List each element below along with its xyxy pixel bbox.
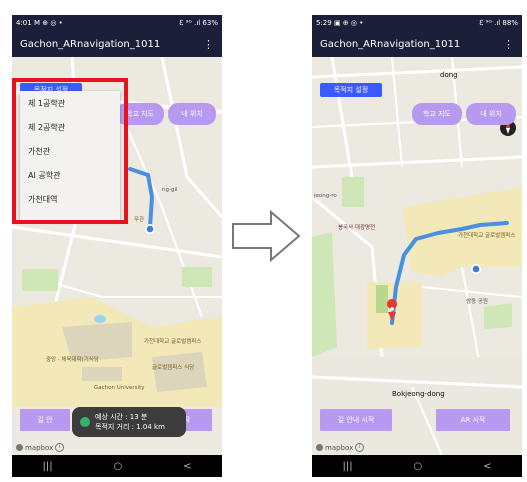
mapbox-label: mapbox bbox=[325, 443, 354, 452]
overflow-menu-icon[interactable]: ⋮ bbox=[503, 39, 514, 50]
school-map-button[interactable]: 학교 지도 bbox=[412, 103, 462, 125]
transition-arrow-icon bbox=[232, 210, 301, 262]
mapbox-logo-icon bbox=[316, 444, 323, 451]
map-label-university: Gachon University bbox=[94, 385, 145, 391]
right-phone-screen: 5:29 ▣ ⊕ ◎ • ℇ ⁹ᴳ .ıl 88% Gachon_ARnavig… bbox=[312, 15, 522, 477]
status-bar: 5:29 ▣ ⊕ ◎ • ℇ ⁹ᴳ .ıl 88% bbox=[312, 15, 522, 31]
my-location-button[interactable]: 내 위치 bbox=[466, 103, 516, 125]
map-label-campus-b: 가천대학교 글로벌캠퍼스 bbox=[144, 339, 202, 345]
overflow-menu-icon[interactable]: ⋮ bbox=[203, 39, 214, 50]
map-label-food: 글로벌캠퍼스 식당 bbox=[152, 365, 195, 371]
mapbox-attribution[interactable]: mapbox i bbox=[316, 443, 365, 452]
map-label-campus-a: 중앙 · 체육대학(기식당 bbox=[46, 357, 99, 363]
map-label-park: 쌍동 공원 bbox=[466, 299, 488, 305]
app-bar: Gachon_ARnavigation_1011 ⋮ bbox=[312, 31, 522, 57]
my-location-button[interactable]: 내 위치 bbox=[168, 103, 216, 125]
home-icon[interactable]: ○ bbox=[113, 461, 122, 472]
guide-start-button[interactable]: 길 안내 시작 bbox=[320, 409, 392, 431]
highlight-box bbox=[12, 78, 128, 224]
map-label-campus: 가천대학교 글로벌캠퍼스 bbox=[458, 233, 516, 239]
toast-time: 예상 시간 : 13 분 bbox=[95, 413, 148, 421]
home-icon[interactable]: ○ bbox=[413, 461, 422, 472]
guide-start-button[interactable]: 길 안 bbox=[20, 409, 70, 431]
destination-button[interactable]: 목적지 설정 bbox=[320, 83, 382, 97]
system-nav-bar: ||| ○ < bbox=[312, 455, 522, 477]
map-view[interactable]: dong jeong-ro 봉국사 대광명전 가천대학교 글로벌캠퍼스 쌍동 공… bbox=[312, 57, 522, 455]
status-bar: 4:01 M ⊕ ◎ • ℇ ⁹ᴳ .ıl 63% bbox=[12, 15, 222, 31]
status-indicators: ℇ ⁹ᴳ .ıl 88% bbox=[479, 19, 518, 27]
recents-icon[interactable]: ||| bbox=[42, 461, 52, 472]
app-title: Gachon_ARnavigation_1011 bbox=[320, 38, 461, 50]
info-icon[interactable]: i bbox=[55, 443, 65, 452]
route-info-toast: 예상 시간 : 13 분 목적지 거리 : 1.04 km bbox=[72, 407, 186, 437]
status-indicators: ℇ ⁹ᴳ .ıl 63% bbox=[179, 19, 218, 27]
recents-icon[interactable]: ||| bbox=[342, 461, 352, 472]
status-time: 5:29 ▣ ⊕ ◎ • bbox=[316, 19, 364, 27]
app-bar: Gachon_ARnavigation_1011 ⋮ bbox=[12, 31, 222, 57]
map-label-building: 무관 bbox=[134, 217, 145, 223]
map-label-district: Bokjeong-dong bbox=[392, 390, 445, 398]
app-title: Gachon_ARnavigation_1011 bbox=[20, 38, 161, 50]
left-phone-screen: 4:01 M ⊕ ◎ • ℇ ⁹ᴳ .ıl 63% Gachon_ARnavig… bbox=[12, 15, 222, 477]
system-nav-bar: ||| ○ < bbox=[12, 455, 222, 477]
mapbox-attribution[interactable]: mapbox i bbox=[16, 443, 65, 452]
map-label-road: ng-gil bbox=[162, 187, 178, 193]
toast-distance: 목적지 거리 : 1.04 km bbox=[95, 423, 165, 431]
mapbox-label: mapbox bbox=[25, 443, 54, 452]
ar-start-button[interactable]: AR 시작 bbox=[436, 409, 510, 431]
map-label-top: dong bbox=[440, 71, 458, 79]
map-label-temple: 봉국사 대광명전 bbox=[338, 225, 376, 231]
app-icon bbox=[80, 417, 90, 427]
back-icon[interactable]: < bbox=[483, 461, 491, 472]
status-time: 4:01 M ⊕ ◎ • bbox=[16, 19, 63, 27]
map-label-road: jeong-ro bbox=[314, 193, 337, 199]
mapbox-logo-icon bbox=[16, 444, 23, 451]
back-icon[interactable]: < bbox=[183, 461, 191, 472]
info-icon[interactable]: i bbox=[355, 443, 365, 452]
